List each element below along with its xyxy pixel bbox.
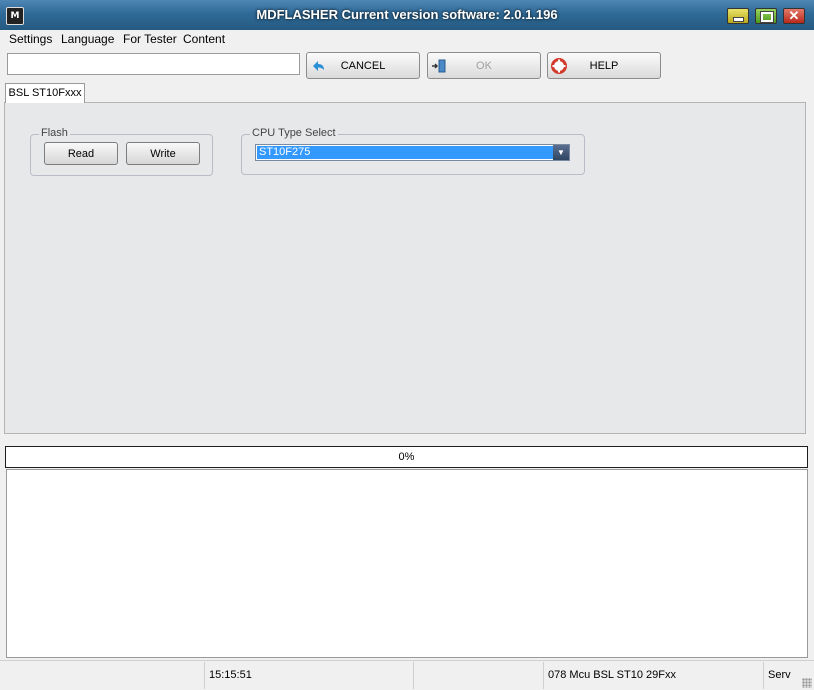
menu-for-tester[interactable]: For Tester [121,32,179,46]
cpu-type-group: CPU Type Select ST10F275 ▼ [241,127,585,175]
status-bar: 15:15:51 078 Mcu BSL ST10 29Fxx Serv [0,660,814,690]
write-button[interactable]: Write [126,142,200,165]
progress-text: 0% [398,451,415,463]
maximize-icon [760,11,774,23]
read-button[interactable]: Read [44,142,118,165]
cancel-button[interactable]: CANCEL [306,52,420,79]
status-cell-1 [0,662,205,689]
cpu-type-selected-value: ST10F275 [256,145,554,160]
cpu-type-group-title: CPU Type Select [250,127,338,139]
status-mcu: 078 Mcu BSL ST10 29Fxx [544,662,764,689]
close-icon: ✕ [788,8,800,23]
minimize-button[interactable] [727,8,749,24]
status-cell-3 [414,662,544,689]
close-button[interactable]: ✕ [783,8,805,24]
maximize-button[interactable] [755,8,777,24]
cpu-type-select[interactable]: ST10F275 ▼ [255,144,570,161]
chevron-down-icon[interactable]: ▼ [553,145,569,160]
help-button[interactable]: HELP [547,52,661,79]
flash-group-title: Flash [39,127,70,139]
tab-bsl-st10fxxx[interactable]: BSL ST10Fxxx [5,83,85,103]
menu-content[interactable]: Content [181,32,227,46]
command-input[interactable] [7,53,300,75]
window-title: MDFLASHER Current version software: 2.0.… [256,7,558,22]
menu-bar: Settings Language For Tester Content [0,30,814,49]
status-time: 15:15:51 [205,662,414,689]
menu-language[interactable]: Language [59,32,116,46]
ok-button[interactable]: OK [427,52,541,79]
status-server: Serv [768,669,791,681]
title-bar[interactable]: M MDFLASHER Current version software: 2.… [0,0,814,31]
log-output[interactable] [6,469,808,658]
help-label: HELP [589,60,619,72]
tab-panel: Flash Read Write CPU Type Select ST10F27… [4,102,806,434]
progress-bar: 0% [5,446,808,468]
menu-settings[interactable]: Settings [7,32,54,46]
cancel-label: CANCEL [340,60,386,72]
minimize-icon [733,17,744,22]
ok-label: OK [476,60,492,72]
resize-grip-icon[interactable] [802,678,812,688]
flash-group: Flash Read Write [30,127,213,176]
